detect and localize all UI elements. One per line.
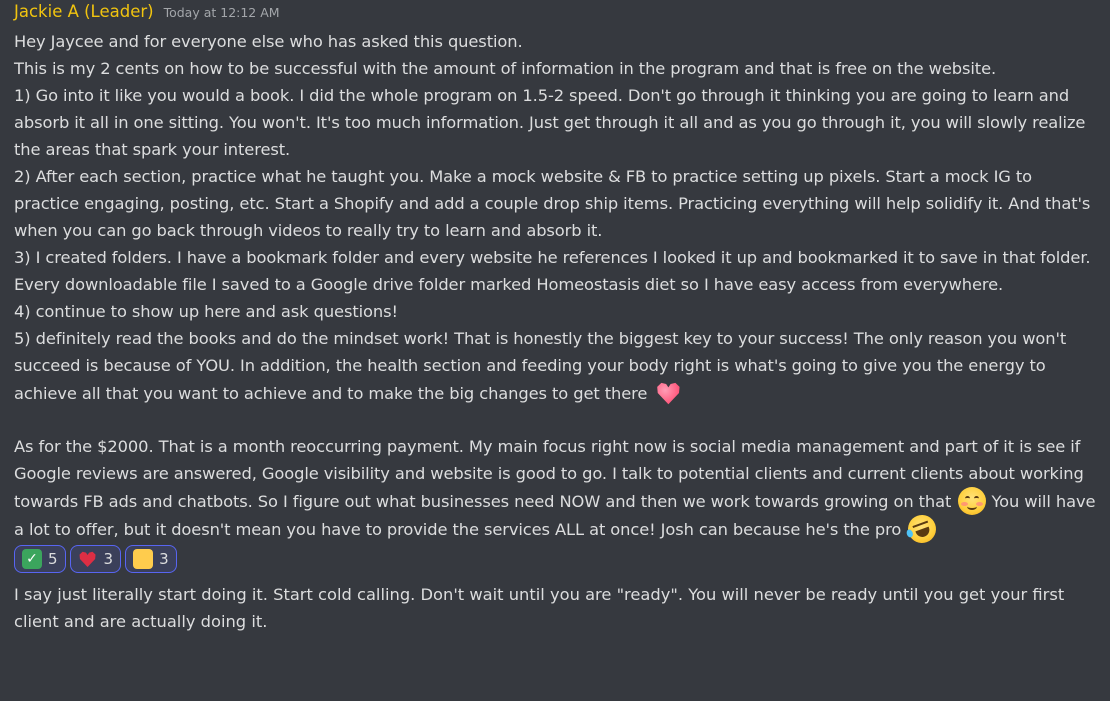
message-line: I say just literally start doing it. Sta… — [14, 585, 1065, 631]
reaction-heart[interactable]: 3 — [69, 545, 122, 573]
chat-message-followup: I say just literally start doing it. Sta… — [0, 579, 1110, 635]
message-timestamp: Today at 12:12 AM — [163, 5, 280, 20]
message-line: 4) continue to show up here and ask ques… — [14, 302, 398, 321]
message-text: As for the $2000. That is a month reoccu… — [14, 437, 1084, 511]
message-text: 5) definitely read the books and do the … — [14, 329, 1067, 403]
reaction-check[interactable]: ✓ 5 — [14, 545, 66, 573]
author-name[interactable]: Jackie A (Leader) — [14, 2, 154, 21]
reaction-bar: ✓ 5 3 3 — [14, 545, 1096, 573]
heart-icon — [79, 551, 96, 567]
reaction-thumbs-up[interactable]: 3 — [125, 545, 177, 573]
check-mark-icon: ✓ — [22, 549, 42, 569]
rolling-laughing-emoji[interactable] — [904, 511, 941, 547]
heart-emoji[interactable] — [657, 382, 680, 405]
message-line: 3) I created folders. I have a bookmark … — [14, 248, 1091, 294]
message-line: 2) After each section, practice what he … — [14, 167, 1091, 240]
message-line: 5) definitely read the books and do the … — [14, 325, 1096, 407]
message-line: 1) Go into it like you would a book. I d… — [14, 86, 1086, 159]
thumbs-up-icon — [133, 549, 154, 569]
reaction-count: 3 — [103, 550, 114, 568]
reaction-count: 3 — [159, 550, 169, 568]
message-line: Hey Jaycee and for everyone else who has… — [14, 32, 523, 51]
message-header: Jackie A (Leader) Today at 12:12 AM — [14, 2, 1096, 28]
message-line: As for the $2000. That is a month reoccu… — [14, 433, 1096, 547]
message-line: This is my 2 cents on how to be successf… — [14, 59, 997, 78]
smiling-face-emoji[interactable] — [958, 487, 987, 515]
chat-message: Jackie A (Leader) Today at 12:12 AM Hey … — [0, 0, 1110, 573]
reaction-count: 5 — [48, 550, 58, 568]
message-body: Hey Jaycee and for everyone else who has… — [14, 28, 1096, 547]
